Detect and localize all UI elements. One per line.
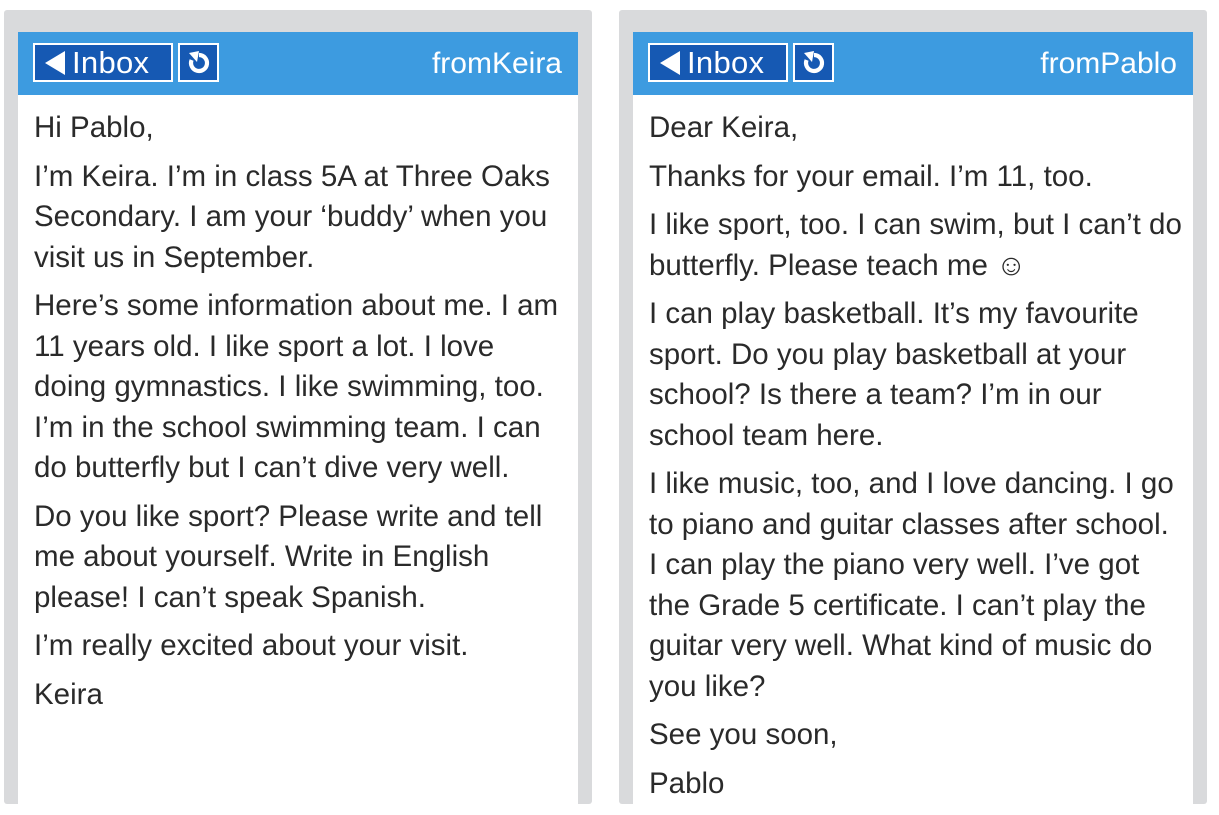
back-arrow-icon bbox=[45, 50, 65, 75]
refresh-icon bbox=[803, 50, 824, 73]
email-header: Inbox from Keira bbox=[18, 32, 578, 95]
inbox-back-button[interactable]: Inbox bbox=[33, 43, 173, 82]
email-signature: Keira bbox=[34, 677, 103, 711]
email-panel-keira: Inbox from Keira Hi Pablo, I’m Keira. I’… bbox=[4, 10, 592, 804]
email-paragraph: I’m Keira. I’m in class 5A at Three Oaks… bbox=[34, 159, 550, 274]
sender-name: Keira bbox=[491, 46, 562, 80]
email-paragraph: I like sport, too. I can swim, but I can… bbox=[649, 208, 1182, 282]
refresh-button[interactable] bbox=[793, 43, 834, 82]
email-paragraph: Do you like sport? Please write and tell… bbox=[34, 499, 543, 614]
inbox-back-button[interactable]: Inbox bbox=[648, 43, 788, 82]
email-paragraph: I can play basketball. It’s my favourite… bbox=[649, 297, 1139, 452]
email-paragraph: Thanks for your email. I’m 11, too. bbox=[649, 159, 1093, 193]
email-panel-pablo: Inbox from Pablo Dear Keira, Thanks for … bbox=[619, 10, 1207, 804]
email-paragraph: I like music, too, and I love dancing. I… bbox=[649, 467, 1174, 703]
email-paragraph: Hi Pablo, bbox=[34, 111, 154, 144]
email-screen: Inbox from Keira Hi Pablo, I’m Keira. I’… bbox=[18, 32, 578, 804]
from-line: from Pablo bbox=[1040, 32, 1177, 95]
sender-name: Pablo bbox=[1100, 46, 1177, 80]
refresh-button[interactable] bbox=[178, 43, 219, 82]
back-arrow-icon bbox=[660, 50, 680, 75]
email-paragraph: I’m really excited about your visit. bbox=[34, 629, 469, 662]
email-paragraph: See you soon, bbox=[649, 718, 838, 751]
inbox-label: Inbox bbox=[687, 45, 765, 80]
from-prefix: from bbox=[1040, 46, 1101, 80]
email-paragraph: Here’s some information about me. I am 1… bbox=[34, 289, 559, 484]
email-body: Dear Keira, Thanks for your email. I’m 1… bbox=[649, 108, 1183, 812]
email-body: Hi Pablo, I’m Keira. I’m in class 5A at … bbox=[34, 108, 568, 723]
email-screen: Inbox from Pablo Dear Keira, Thanks for … bbox=[633, 32, 1193, 804]
email-header: Inbox from Pablo bbox=[633, 32, 1193, 95]
from-prefix: from bbox=[431, 46, 492, 80]
email-signature: Pablo bbox=[649, 766, 725, 800]
inbox-label: Inbox bbox=[72, 45, 150, 80]
from-line: from Keira bbox=[432, 32, 562, 95]
email-paragraph: Dear Keira, bbox=[649, 111, 799, 144]
refresh-icon bbox=[188, 50, 209, 73]
